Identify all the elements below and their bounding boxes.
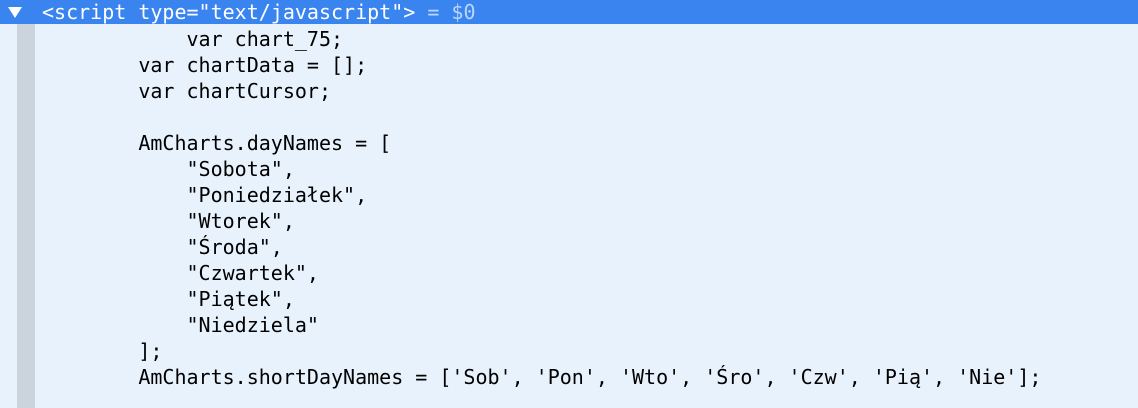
code-line: var chartData = []; (42, 53, 368, 77)
code-line: "Wtorek", (42, 209, 295, 233)
code-line: AmCharts.shortDayNames = ['Sob', 'Pon', … (42, 365, 1042, 389)
disclosure-triangle-down-icon[interactable] (4, 0, 26, 24)
code-line: "Sobota", (42, 157, 295, 181)
script-source: var chart_75; var chartData = []; var ch… (42, 26, 1041, 390)
code-line: var chart_75; (42, 27, 344, 51)
code-line: "Środa", (42, 235, 283, 259)
selected-script-node[interactable]: <script type="text/javascript"> = $0 (0, 0, 1138, 24)
code-line: "Czwartek", (42, 261, 319, 285)
code-line: var chartCursor; (42, 79, 331, 103)
script-tag: <script type="text/javascript"> (42, 0, 416, 24)
console-ref-separator: = (415, 0, 452, 24)
console-ref: $0 (451, 0, 476, 24)
node-label: <script type="text/javascript"> = $0 (42, 0, 476, 24)
code-line: "Niedziela" (42, 313, 319, 337)
code-line: ]; (42, 339, 163, 363)
code-line: "Piątek", (42, 287, 295, 311)
code-line: "Poniedziałek", (42, 183, 368, 207)
code-line: AmCharts.dayNames = [ (42, 131, 392, 155)
indent-gutter (17, 24, 35, 408)
